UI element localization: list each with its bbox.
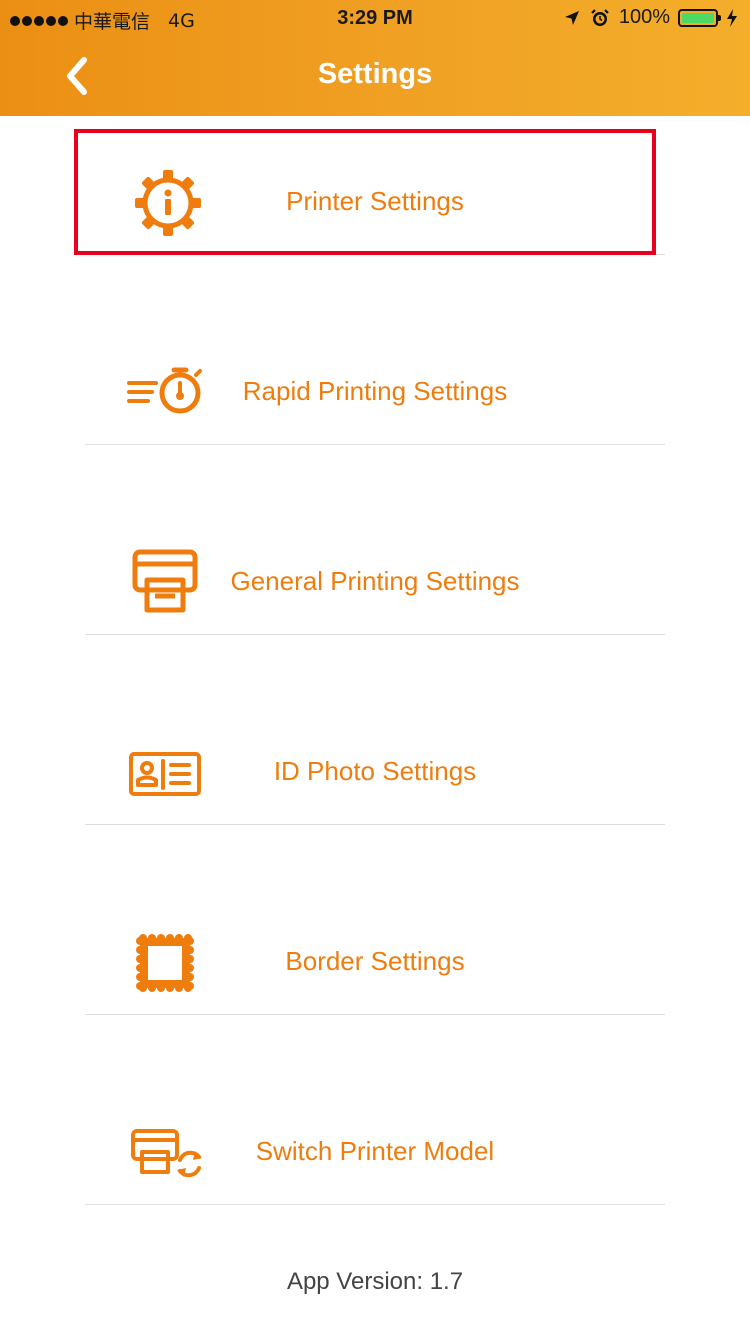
nav-bar: 中華電信 4G 3:29 PM 100% Settings xyxy=(0,0,750,116)
page-title: Settings xyxy=(317,58,433,90)
app-version: App Version: 1.7 xyxy=(286,1268,464,1295)
menu-item-switch-printer-model[interactable]: Switch Printer Model xyxy=(85,1080,665,1205)
menu-item-label: Rapid Printing Settings xyxy=(242,376,508,406)
alarm-clock-icon xyxy=(591,8,609,26)
menu-item-id-photo-settings[interactable]: ID Photo Settings xyxy=(85,700,665,825)
row-divider xyxy=(85,824,665,825)
menu-item-printer-settings[interactable]: Printer Settings xyxy=(85,130,665,255)
menu-item-general-printing-settings[interactable]: General Printing Settings xyxy=(85,510,665,635)
charging-bolt-icon xyxy=(727,8,737,27)
status-right: 100% xyxy=(563,6,738,29)
row-divider xyxy=(85,1204,665,1205)
row-divider xyxy=(85,444,665,445)
row-divider xyxy=(85,634,665,635)
location-arrow-icon xyxy=(564,10,579,25)
menu-item-label: Printer Settings xyxy=(286,186,464,216)
status-bar: 中華電信 4G 3:29 PM 100% xyxy=(0,0,750,38)
settings-screen: 中華電信 4G 3:29 PM 100% Settings Printer Se… xyxy=(0,0,750,1333)
menu-item-label: General Printing Settings xyxy=(230,566,520,596)
row-divider xyxy=(85,254,665,255)
battery-percent: 100% xyxy=(618,6,670,28)
menu-item-border-settings[interactable]: Border Settings xyxy=(85,890,665,1015)
menu-item-label: Border Settings xyxy=(285,946,465,976)
menu-item-label: Switch Printer Model xyxy=(255,1136,495,1166)
battery-icon xyxy=(678,8,721,27)
menu-item-rapid-printing-settings[interactable]: Rapid Printing Settings xyxy=(85,320,665,445)
menu-item-label: ID Photo Settings xyxy=(273,756,477,786)
row-divider xyxy=(85,1014,665,1015)
